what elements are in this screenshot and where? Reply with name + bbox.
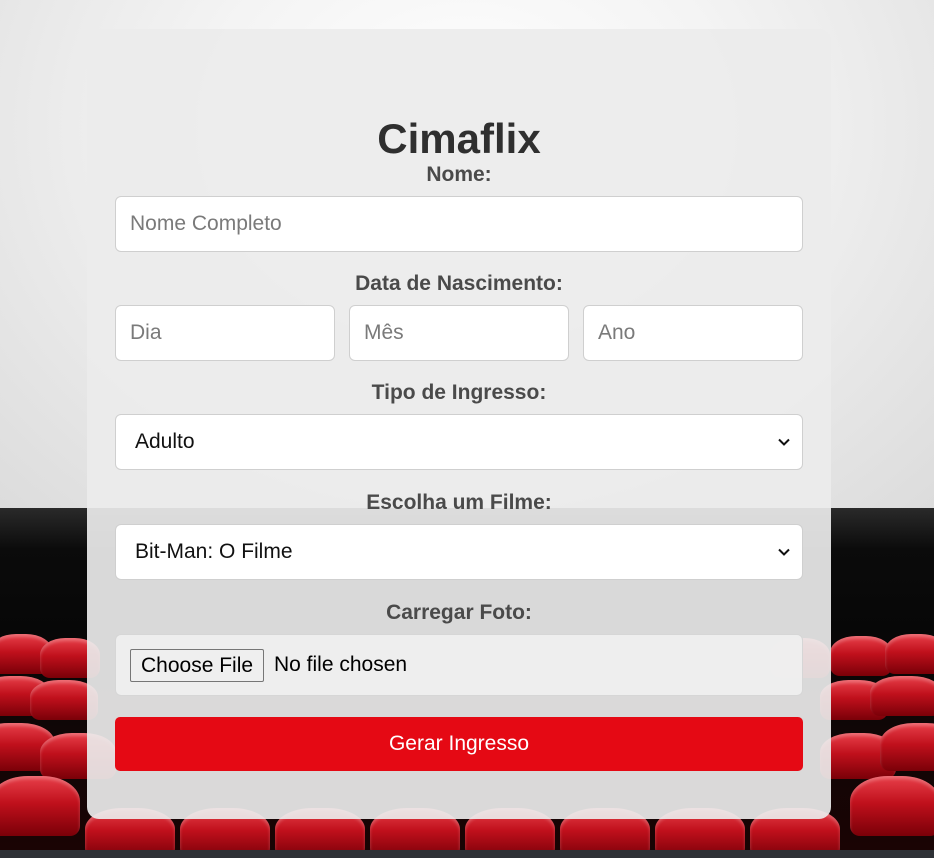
ticket-type-label: Tipo de Ingresso: xyxy=(371,381,547,404)
bottom-bar xyxy=(0,850,934,858)
seat xyxy=(830,636,892,676)
page-title: Cimaflix xyxy=(377,115,541,162)
chevron-down-icon xyxy=(778,438,790,446)
name-input[interactable] xyxy=(115,196,803,252)
movie-value: Bit-Man: O Filme xyxy=(135,540,293,563)
seat xyxy=(885,634,934,674)
month-input[interactable] xyxy=(349,305,569,361)
ticket-type-select[interactable]: Adulto xyxy=(115,414,803,470)
ticket-form-card: Cimaflix Nome: Data de Nascimento: Tipo … xyxy=(87,29,831,819)
movie-label: Escolha um Filme: xyxy=(366,491,552,514)
seat xyxy=(870,676,934,716)
seat xyxy=(880,723,934,771)
generate-ticket-button[interactable]: Gerar Ingresso xyxy=(115,717,803,771)
chevron-down-icon xyxy=(778,548,790,556)
choose-file-button[interactable]: Choose File xyxy=(130,649,265,682)
ticket-type-value: Adulto xyxy=(135,430,195,453)
year-input[interactable] xyxy=(583,305,803,361)
seat xyxy=(850,776,934,836)
name-label: Nome: xyxy=(426,163,492,186)
seat xyxy=(0,776,80,836)
day-input[interactable] xyxy=(115,305,335,361)
movie-select[interactable]: Bit-Man: O Filme xyxy=(115,524,803,580)
file-status-text: No file chosen xyxy=(274,653,408,676)
photo-label: Carregar Foto: xyxy=(386,601,532,624)
birthdate-label: Data de Nascimento: xyxy=(355,272,563,295)
photo-upload-field[interactable]: Choose File No file chosen xyxy=(115,634,803,696)
